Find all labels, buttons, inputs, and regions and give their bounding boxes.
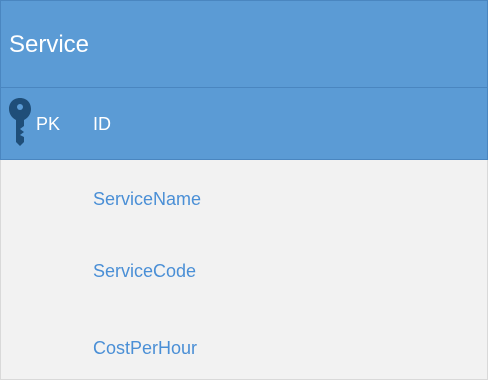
entity-service[interactable]: Service PK ID ServiceName ServiceCode Co…: [0, 0, 488, 380]
attribute-service-name[interactable]: ServiceName: [93, 188, 201, 210]
attribute-service-code[interactable]: ServiceCode: [93, 260, 196, 282]
entity-title: Service: [9, 31, 90, 58]
primary-key-row[interactable]: PK ID: [0, 88, 488, 160]
attribute-cost-per-hour[interactable]: CostPerHour: [93, 337, 197, 359]
pk-field-name: ID: [93, 114, 111, 134]
entity-header: Service: [0, 0, 488, 88]
pk-marker: PK: [36, 114, 61, 134]
key-icon: [9, 98, 31, 146]
attribute-list: ServiceName ServiceCode CostPerHour: [0, 160, 488, 380]
